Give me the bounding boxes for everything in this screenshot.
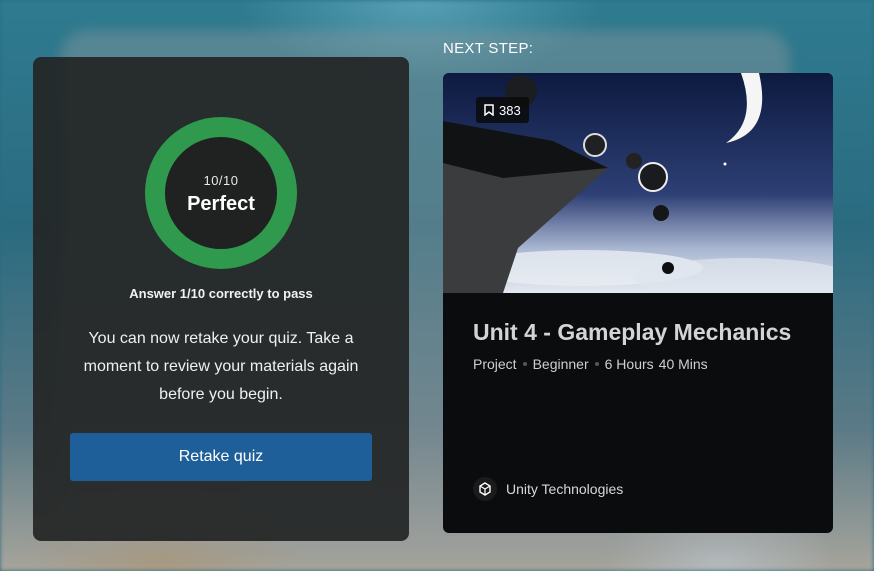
project-level: Beginner — [532, 356, 589, 372]
bookmark-count: 383 — [499, 102, 521, 118]
quiz-result-label: Perfect — [187, 193, 255, 215]
next-step-heading: NEXT STEP: — [443, 40, 534, 57]
bookmark-badge[interactable]: 383 — [476, 97, 529, 123]
project-type: Project — [473, 356, 517, 372]
unity-logo-icon — [473, 477, 497, 501]
author-name: Unity Technologies — [506, 481, 624, 497]
project-duration-minutes: 40 Mins — [658, 356, 708, 372]
quiz-score: 10/10 — [203, 173, 239, 188]
next-step-card[interactable]: 383 Unit 4 - Gameplay Mechanics Project … — [443, 73, 833, 533]
project-title[interactable]: Unit 4 - Gameplay Mechanics — [473, 319, 791, 346]
project-author[interactable]: Unity Technologies — [473, 477, 623, 501]
pass-requirement: Answer 1/10 correctly to pass — [129, 286, 313, 301]
meta-separator — [522, 362, 527, 366]
retake-message: You can now retake your quiz. Take a mom… — [83, 330, 359, 403]
meta-separator — [594, 362, 599, 366]
retake-quiz-button[interactable]: Retake quiz — [70, 433, 372, 481]
bookmark-icon — [484, 104, 494, 116]
project-meta: Project Beginner 6 Hours 40 Mins — [473, 356, 708, 372]
quiz-result-card: 10/10 Perfect Answer 1/10 correctly to p… — [33, 57, 409, 541]
project-duration-hours: 6 Hours — [604, 356, 654, 372]
